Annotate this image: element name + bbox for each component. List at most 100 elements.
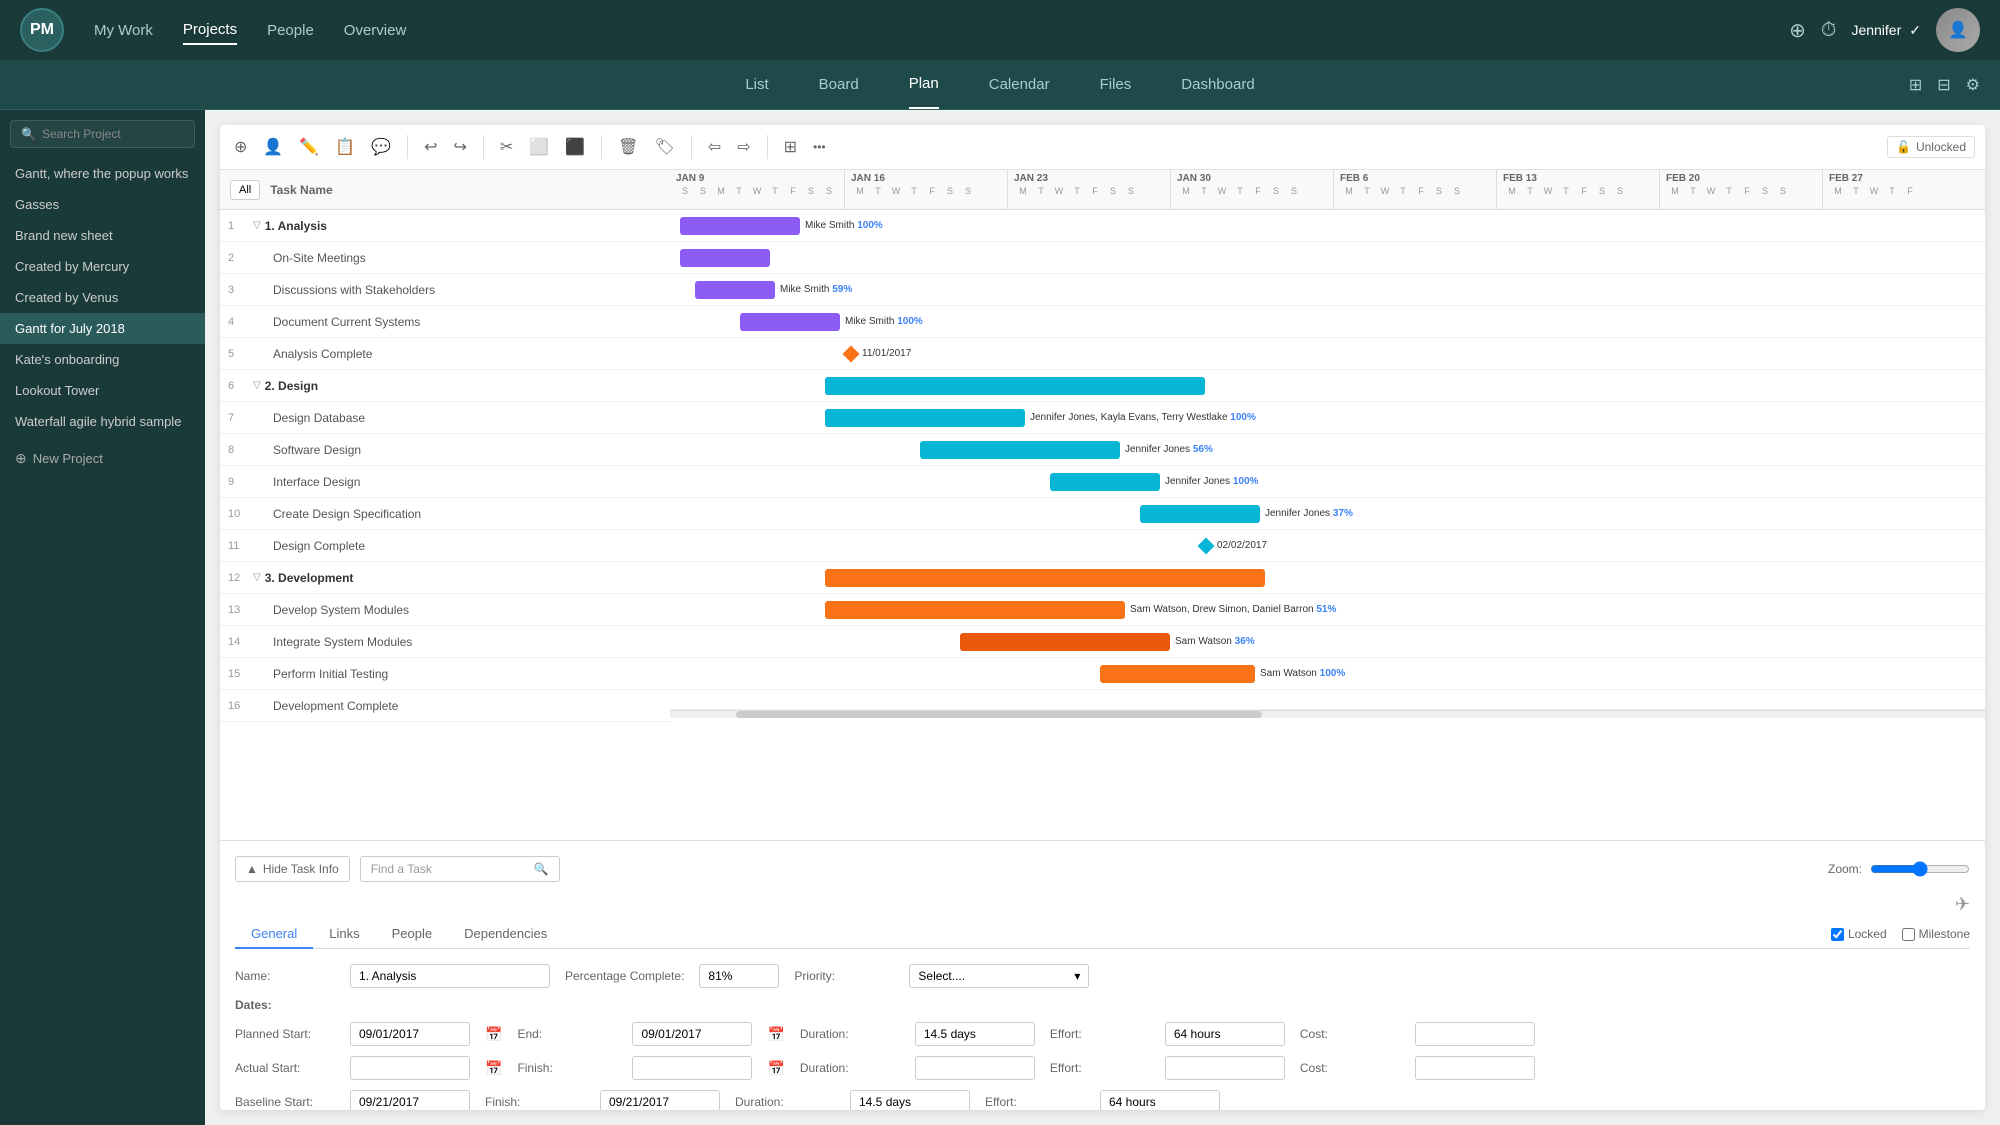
duration-input[interactable]: [915, 1022, 1035, 1046]
task-row[interactable]: 7 Design Database: [220, 402, 670, 434]
send-icon[interactable]: ✈: [1955, 894, 1970, 915]
nav-overview[interactable]: Overview: [344, 17, 407, 44]
sidebar-item-gantt-july[interactable]: Gantt for July 2018: [0, 313, 205, 344]
indent-left-button[interactable]: ⇦: [704, 133, 725, 161]
delete-button[interactable]: 🗑: [614, 133, 642, 161]
task-row[interactable]: 1 ▽ 1. Analysis: [220, 210, 670, 242]
cut-button[interactable]: ✂: [496, 133, 517, 161]
user-avatar[interactable]: 👤: [1936, 8, 1980, 52]
grid-button[interactable]: ⊞: [780, 133, 801, 161]
tab-calendar[interactable]: Calendar: [989, 61, 1050, 108]
expand-icon[interactable]: ▽: [253, 572, 261, 583]
milestone-checkbox-area[interactable]: Milestone: [1902, 927, 1970, 941]
planned-start-input[interactable]: [350, 1022, 470, 1046]
planned-start-calendar-icon[interactable]: 📅: [485, 1026, 502, 1043]
task-row[interactable]: 15 Perform Initial Testing: [220, 658, 670, 690]
new-project-button[interactable]: ⊕ New Project: [0, 442, 205, 475]
task-row[interactable]: 13 Develop System Modules: [220, 594, 670, 626]
duration2-input[interactable]: [915, 1056, 1035, 1080]
task-row[interactable]: 4 Document Current Systems: [220, 306, 670, 338]
end-calendar-icon[interactable]: 📅: [767, 1026, 784, 1043]
task-row[interactable]: 6 ▽ 2. Design: [220, 370, 670, 402]
pct-input[interactable]: [699, 964, 779, 988]
indent-right-button[interactable]: ⇨: [733, 133, 754, 161]
add-button[interactable]: ⊕: [1789, 18, 1806, 43]
baseline-start-input[interactable]: [350, 1090, 470, 1110]
zoom-slider[interactable]: [1870, 861, 1970, 877]
task-row[interactable]: 12 ▽ 3. Development: [220, 562, 670, 594]
effort3-input[interactable]: [1100, 1090, 1220, 1110]
all-button[interactable]: All: [230, 180, 260, 200]
task-row[interactable]: 2 On-Site Meetings: [220, 242, 670, 274]
user-menu[interactable]: Jennifer ✓: [1851, 22, 1921, 39]
paste2-button[interactable]: ⬛: [561, 133, 589, 161]
expand-icon[interactable]: ▽: [253, 380, 261, 391]
tab-board[interactable]: Board: [819, 61, 859, 108]
task-row[interactable]: 5 Analysis Complete: [220, 338, 670, 370]
cost-input[interactable]: [1415, 1022, 1535, 1046]
edit-button[interactable]: ✏️: [295, 133, 323, 161]
tab-dependencies[interactable]: Dependencies: [448, 920, 563, 949]
nav-people[interactable]: People: [267, 17, 314, 44]
tab-links[interactable]: Links: [313, 920, 375, 949]
more-button[interactable]: •••: [809, 136, 830, 158]
redo-button[interactable]: ↪: [450, 133, 471, 161]
task-row[interactable]: 9 Interface Design: [220, 466, 670, 498]
finish-input[interactable]: [632, 1056, 752, 1080]
nav-my-work[interactable]: My Work: [94, 17, 153, 44]
settings-icon[interactable]: ⚙: [1966, 75, 1980, 95]
task-row[interactable]: 16 Development Complete: [220, 690, 670, 722]
sidebar-item-gasses[interactable]: Gasses: [0, 189, 205, 220]
sidebar-item-gantt-popup[interactable]: Gantt, where the popup works: [0, 158, 205, 189]
paste-button[interactable]: ⬜: [525, 133, 553, 161]
hide-task-info-button[interactable]: ▲ Hide Task Info: [235, 856, 350, 882]
clock-icon[interactable]: ⏱: [1821, 19, 1837, 42]
locked-checkbox-area[interactable]: Locked: [1831, 927, 1887, 941]
assign-person-button[interactable]: 👤: [259, 133, 287, 161]
priority-dropdown[interactable]: Select.... ▾: [909, 964, 1089, 988]
tag-button[interactable]: 🏷: [650, 133, 678, 161]
finish2-input[interactable]: [600, 1090, 720, 1110]
add-task-button[interactable]: ⊕: [230, 133, 251, 161]
filter-icon[interactable]: ⊟: [1937, 75, 1950, 95]
sidebar-item-mercury[interactable]: Created by Mercury: [0, 251, 205, 282]
undo-button[interactable]: ↩: [420, 133, 441, 161]
expand-icon[interactable]: ▽: [253, 220, 261, 231]
effort-input[interactable]: [1165, 1022, 1285, 1046]
tab-general[interactable]: General: [235, 920, 313, 949]
task-row[interactable]: 8 Software Design: [220, 434, 670, 466]
tab-list[interactable]: List: [745, 61, 768, 108]
sidebar-item-lookout-tower[interactable]: Lookout Tower: [0, 375, 205, 406]
tab-plan[interactable]: Plan: [909, 60, 939, 109]
finish-calendar-icon[interactable]: 📅: [767, 1060, 784, 1077]
search-input[interactable]: [42, 127, 184, 141]
duration3-input[interactable]: [850, 1090, 970, 1110]
milestone-checkbox[interactable]: [1902, 928, 1915, 941]
locked-checkbox[interactable]: [1831, 928, 1844, 941]
task-row[interactable]: 11 Design Complete: [220, 530, 670, 562]
sidebar-item-brand-new[interactable]: Brand new sheet: [0, 220, 205, 251]
sidebar-item-waterfall[interactable]: Waterfall agile hybrid sample: [0, 406, 205, 437]
grid-view-icon[interactable]: ⊞: [1909, 75, 1922, 95]
actual-start-input[interactable]: [350, 1056, 470, 1080]
nav-projects[interactable]: Projects: [183, 16, 237, 45]
copy-button[interactable]: 📋: [331, 133, 359, 161]
tab-dashboard[interactable]: Dashboard: [1181, 61, 1254, 108]
unlock-button[interactable]: 🔓 Unlocked: [1887, 136, 1975, 158]
horizontal-scrollbar[interactable]: [670, 710, 1985, 718]
comment-button[interactable]: 💬: [367, 133, 395, 161]
search-box[interactable]: 🔍: [10, 120, 195, 148]
task-row[interactable]: 14 Integrate System Modules: [220, 626, 670, 658]
cost2-input[interactable]: [1415, 1056, 1535, 1080]
find-task-field[interactable]: Find a Task 🔍: [360, 856, 560, 882]
effort2-input[interactable]: [1165, 1056, 1285, 1080]
actual-start-calendar-icon[interactable]: 📅: [485, 1060, 502, 1077]
task-row[interactable]: 3 Discussions with Stakeholders: [220, 274, 670, 306]
tab-files[interactable]: Files: [1100, 61, 1132, 108]
task-row[interactable]: 10 Create Design Specification: [220, 498, 670, 530]
sidebar-item-venus[interactable]: Created by Venus: [0, 282, 205, 313]
end-input[interactable]: [632, 1022, 752, 1046]
name-input[interactable]: [350, 964, 550, 988]
sidebar-item-kates-onboarding[interactable]: Kate's onboarding: [0, 344, 205, 375]
tab-people[interactable]: People: [376, 920, 448, 949]
